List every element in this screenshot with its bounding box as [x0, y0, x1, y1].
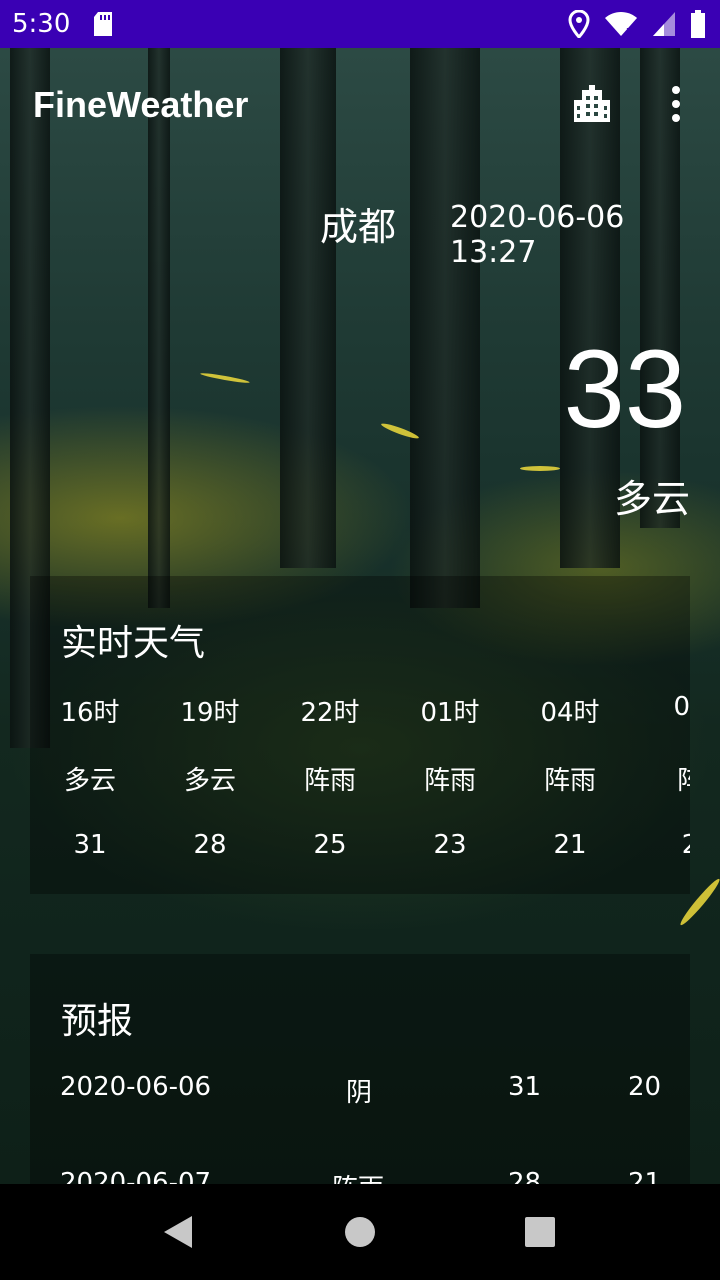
- forecast-card[interactable]: 预报 2020-06-06 阴 31 20 2020-06-07 阵雨 28 2…: [30, 954, 690, 1184]
- navigation-bar: [0, 1184, 720, 1280]
- app-title: FineWeather: [33, 84, 249, 125]
- sd-card-icon: [94, 12, 112, 36]
- recents-icon[interactable]: [524, 1216, 556, 1248]
- hourly-time: 19时: [180, 698, 240, 728]
- home-icon[interactable]: [344, 1216, 376, 1248]
- hourly-time: 22时: [300, 698, 360, 728]
- hourly-temp: 21: [553, 830, 587, 860]
- wifi-icon: x: [605, 12, 637, 37]
- forecast-weather: 阵雨: [332, 1168, 384, 1184]
- hourly-temp: 2: [681, 830, 690, 860]
- hourly-time: 07: [673, 692, 690, 722]
- hourly-weather: 阵雨: [303, 766, 356, 796]
- hourly-weather: 多云: [183, 766, 236, 796]
- forecast-min-temp: 20: [628, 1072, 662, 1102]
- svg-text:x: x: [626, 24, 633, 37]
- forecast-row: 2020-06-06 阴 31 20: [30, 1072, 690, 1132]
- app-bar: FineWeather: [0, 48, 720, 160]
- more-vert-icon[interactable]: [664, 84, 688, 124]
- forecast-weather: 阴: [346, 1078, 373, 1108]
- battery-icon: [691, 10, 705, 38]
- hourly-weather: 多云: [63, 766, 116, 796]
- hourly-card-title: 实时天气: [61, 623, 206, 664]
- current-temperature: 33: [563, 328, 686, 451]
- forecast-date: 2020-06-06: [60, 1072, 212, 1102]
- hourly-time: 04时: [540, 698, 600, 728]
- status-time: 5:30: [12, 9, 71, 39]
- forecast-max-temp: 31: [508, 1072, 542, 1102]
- hourly-temp: 31: [73, 830, 107, 860]
- city-buildings-icon[interactable]: [572, 84, 612, 124]
- hourly-temp: 23: [433, 830, 467, 860]
- location-icon: [568, 10, 590, 38]
- hourly-temp: 28: [193, 830, 227, 860]
- hourly-time: 01时: [420, 698, 480, 728]
- forecast-date: 2020-06-07: [60, 1168, 212, 1184]
- forecast-min-temp: 21: [628, 1168, 662, 1184]
- city-name: 成都: [320, 205, 397, 249]
- hourly-temp: 25: [313, 830, 347, 860]
- status-bar: 5:30 x: [0, 0, 720, 48]
- hourly-weather: 阵雨: [423, 766, 476, 796]
- back-icon[interactable]: [160, 1214, 196, 1250]
- forecast-row: 2020-06-07 阵雨 28 21: [30, 1168, 690, 1184]
- forecast-card-title: 预报: [61, 1001, 134, 1042]
- forecast-max-temp: 28: [508, 1168, 542, 1184]
- hourly-weather-card[interactable]: 实时天气 16时 多云 31 19时 多云 28 22时 阵雨 25 01时 阵…: [30, 576, 690, 894]
- hourly-weather: 阵雨: [543, 766, 596, 796]
- update-datetime: 2020-06-06 13:27: [450, 200, 625, 270]
- hourly-weather: 阵: [676, 766, 690, 796]
- hourly-time: 16时: [60, 698, 120, 728]
- signal-icon: [653, 12, 675, 36]
- current-weather-description: 多云: [613, 477, 690, 521]
